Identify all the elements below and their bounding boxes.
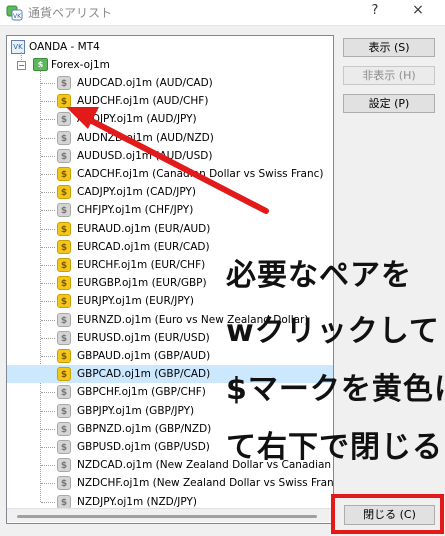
tree-root-line xyxy=(21,52,22,60)
dollar-shown-icon[interactable]: $ xyxy=(57,276,71,291)
tree-folder[interactable]: − $ Forex-oj1m xyxy=(7,56,333,74)
horizontal-scrollbar[interactable] xyxy=(7,508,333,522)
symbol-label: AUDUSD.oj1m (AUD/USD) xyxy=(77,149,213,162)
symbol-row[interactable]: $ EURAUD.oj1m (EUR/AUD) xyxy=(7,220,333,238)
dollar-hidden-icon[interactable]: $ xyxy=(57,203,71,218)
dollar-shown-icon[interactable]: $ xyxy=(57,185,71,200)
symbol-label: EURGBP.oj1m (EUR/GBP) xyxy=(77,277,207,290)
dollar-hidden-icon[interactable]: $ xyxy=(57,458,71,473)
annotation-line-2: wクリックして xyxy=(226,314,440,349)
hide-button[interactable]: 非表示 (H) xyxy=(343,66,435,85)
dollar-hidden-icon[interactable]: $ xyxy=(57,494,71,509)
symbol-row[interactable]: $ CHFJPY.oj1m (CHF/JPY) xyxy=(7,201,333,219)
annotation-line-4: て右下で閉じる xyxy=(226,430,443,465)
symbol-label: EURCAD.oj1m (EUR/CAD) xyxy=(77,240,210,253)
dollar-shown-icon[interactable]: $ xyxy=(57,94,71,109)
symbol-label: GBPCHF.oj1m (GBP/CHF) xyxy=(77,386,206,399)
close-button[interactable]: 閉じる (C) xyxy=(344,505,435,525)
symbol-row[interactable]: $ CADCHF.oj1m (Canadian Dollar vs Swiss F… xyxy=(7,165,333,183)
symbol-label: AUDCAD.oj1m (AUD/CAD) xyxy=(77,77,213,89)
tree-root-label: OANDA - MT4 xyxy=(29,41,100,53)
app-icon: VK xyxy=(6,5,24,25)
symbol-label: AUDJPY.oj1m (AUD/JPY) xyxy=(77,113,197,126)
symbol-label: NZDCHF.oj1m (New Zealand Dollar vs Swiss… xyxy=(77,477,334,490)
symbol-row[interactable]: $ CADJPY.oj1m (CAD/JPY) xyxy=(7,183,333,201)
help-button[interactable]: ? xyxy=(368,3,382,18)
dollar-hidden-icon[interactable]: $ xyxy=(57,130,71,145)
dollar-hidden-icon[interactable]: $ xyxy=(57,312,71,327)
symbol-row[interactable]: $ AUDNZD.oj1m (AUD/NZD) xyxy=(7,129,333,147)
dollar-hidden-icon[interactable]: $ xyxy=(57,421,71,436)
settings-button[interactable]: 設定 (P) xyxy=(343,94,435,113)
show-button[interactable]: 表示 (S) xyxy=(343,38,435,57)
symbol-row[interactable]: $ AUDCAD.oj1m (AUD/CAD) xyxy=(7,74,333,92)
symbol-label: EURUSD.oj1m (EUR/USD) xyxy=(77,331,210,344)
dollar-hidden-icon[interactable]: $ xyxy=(57,76,71,90)
symbol-row[interactable]: $ AUDUSD.oj1m (AUD/USD) xyxy=(7,147,333,165)
window-title: 通貨ペアリスト xyxy=(28,6,113,20)
symbol-label: AUDNZD.oj1m (AUD/NZD) xyxy=(77,131,214,144)
dollar-hidden-icon[interactable]: $ xyxy=(57,440,71,454)
tree-folder-label: Forex-oj1m xyxy=(51,59,110,71)
svg-text:VK: VK xyxy=(13,13,22,20)
symbol-label: GBPCAD.oj1m (GBP/CAD) xyxy=(77,368,211,381)
server-icon: VK xyxy=(11,40,25,54)
close-window-button[interactable]: × xyxy=(408,2,428,18)
symbol-label: GBPAUD.oj1m (GBP/AUD) xyxy=(77,350,211,362)
annotation-line-3: $マークを黄色に xyxy=(226,372,445,407)
scroll-thumb[interactable] xyxy=(17,515,317,518)
symbol-label: EURCHF.oj1m (EUR/CHF) xyxy=(77,259,206,271)
symbol-label: EURAUD.oj1m (EUR/AUD) xyxy=(77,222,211,235)
dollar-hidden-icon[interactable]: $ xyxy=(57,476,71,491)
title-bar: VK 通貨ペアリスト ? × xyxy=(0,0,445,26)
dollar-shown-icon[interactable]: $ xyxy=(57,167,71,181)
symbol-label: CADCHF.oj1m (Canadian Dollar vs Swiss Fr… xyxy=(77,168,324,180)
collapse-icon[interactable]: − xyxy=(17,61,26,70)
dollar-shown-icon[interactable]: $ xyxy=(57,349,71,363)
symbol-label: GBPNZD.oj1m (GBP/NZD) xyxy=(77,422,212,435)
symbol-row[interactable]: $ AUDJPY.oj1m (AUD/JPY) xyxy=(7,110,333,128)
symbol-label: AUDCHF.oj1m (AUD/CHF) xyxy=(77,95,209,108)
dollar-shown-icon[interactable]: $ xyxy=(57,221,71,236)
dollar-hidden-icon[interactable]: $ xyxy=(57,112,71,127)
dollar-shown-icon[interactable]: $ xyxy=(57,367,71,382)
symbol-label: GBPJPY.oj1m (GBP/JPY) xyxy=(77,404,195,417)
dollar-shown-icon[interactable]: $ xyxy=(57,258,71,272)
dollar-shown-icon[interactable]: $ xyxy=(57,239,71,254)
symbol-label: CHFJPY.oj1m (CHF/JPY) xyxy=(77,204,194,217)
symbol-label: CADJPY.oj1m (CAD/JPY) xyxy=(77,186,196,199)
dollar-shown-icon[interactable]: $ xyxy=(57,294,71,309)
symbol-row[interactable]: $ AUDCHF.oj1m (AUD/CHF) xyxy=(7,92,333,110)
dollar-hidden-icon[interactable]: $ xyxy=(57,385,71,400)
dollar-hidden-icon[interactable]: $ xyxy=(57,330,71,345)
dollar-hidden-icon[interactable]: $ xyxy=(57,148,71,163)
symbol-label: GBPUSD.oj1m (GBP/USD) xyxy=(77,441,210,453)
symbol-row[interactable]: $ NZDCHF.oj1m (New Zealand Dollar vs Swis… xyxy=(7,474,334,492)
symbol-label: EURJPY.oj1m (EUR/JPY) xyxy=(77,295,194,308)
tree-root[interactable]: VK OANDA - MT4 xyxy=(7,38,333,56)
dollar-hidden-icon[interactable]: $ xyxy=(57,403,71,418)
annotation-line-1: 必要なペアを xyxy=(226,258,412,293)
